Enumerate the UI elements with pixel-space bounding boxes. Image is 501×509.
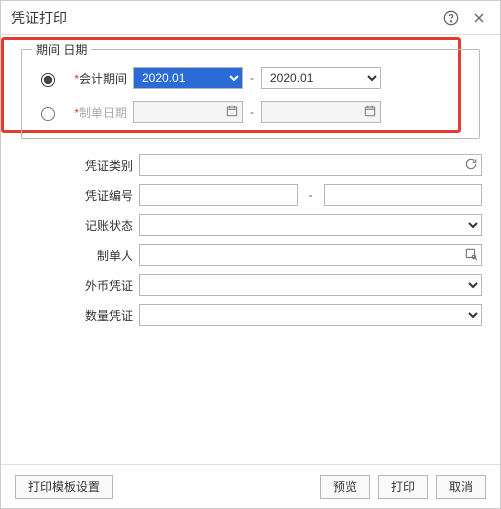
period-row: *会计期间 2020.01 - 2020.01 [36, 64, 465, 92]
form-rows: 凭证类别 凭证编号 [19, 153, 482, 327]
period-to-select[interactable]: 2020.01 [261, 67, 381, 89]
dash: - [243, 71, 261, 85]
qty-row: 数量凭证 [19, 303, 482, 327]
lookup-icon[interactable] [464, 247, 478, 264]
calendar-icon [363, 104, 377, 121]
cancel-button[interactable]: 取消 [436, 475, 486, 499]
refresh-icon[interactable] [464, 157, 478, 174]
maker-row: 制单人 [19, 243, 482, 267]
period-date-group: 期间 日期 *会计期间 2020.01 - 2020.01 *制单日期 [21, 49, 480, 139]
qty-label: 数量凭证 [19, 307, 139, 324]
footer: 打印模板设置 预览 打印 取消 [1, 464, 500, 508]
period-label: *会计期间 [69, 70, 133, 87]
post-status-row: 记账状态 [19, 213, 482, 237]
voucher-no-label: 凭证编号 [19, 187, 139, 204]
dialog-body: 期间 日期 *会计期间 2020.01 - 2020.01 *制单日期 [1, 35, 500, 464]
dialog-title: 凭证打印 [11, 8, 434, 28]
date-row: *制单日期 - [36, 98, 465, 126]
foreign-row: 外币凭证 [19, 273, 482, 297]
group-legend: 期间 日期 [32, 41, 91, 58]
calendar-icon [225, 104, 239, 121]
template-settings-button[interactable]: 打印模板设置 [15, 475, 113, 499]
voucher-type-input[interactable] [139, 154, 482, 176]
date-to-wrap [261, 101, 381, 123]
qty-select[interactable] [139, 304, 482, 326]
voucher-no-row: 凭证编号 - [19, 183, 482, 207]
date-label: *制单日期 [69, 104, 133, 121]
post-status-label: 记账状态 [19, 217, 139, 234]
preview-button[interactable]: 预览 [320, 475, 370, 499]
titlebar: 凭证打印 [1, 1, 500, 35]
post-status-select[interactable] [139, 214, 482, 236]
maker-label: 制单人 [19, 247, 139, 264]
period-radio[interactable] [41, 73, 55, 87]
voucher-type-row: 凭证类别 [19, 153, 482, 177]
maker-input[interactable] [139, 244, 482, 266]
voucher-type-label: 凭证类别 [19, 157, 139, 174]
voucher-print-dialog: 凭证打印 期间 日期 *会计期间 2020.01 [0, 0, 501, 509]
foreign-select[interactable] [139, 274, 482, 296]
print-button[interactable]: 打印 [378, 475, 428, 499]
close-icon[interactable] [468, 7, 490, 29]
period-from-select[interactable]: 2020.01 [133, 67, 243, 89]
voucher-no-from-input[interactable] [139, 184, 298, 206]
dash: - [243, 105, 261, 119]
dash: - [302, 188, 320, 202]
date-from-wrap [133, 101, 243, 123]
voucher-no-to-input[interactable] [324, 184, 483, 206]
help-icon[interactable] [440, 7, 462, 29]
foreign-label: 外币凭证 [19, 277, 139, 294]
date-radio[interactable] [41, 107, 55, 121]
